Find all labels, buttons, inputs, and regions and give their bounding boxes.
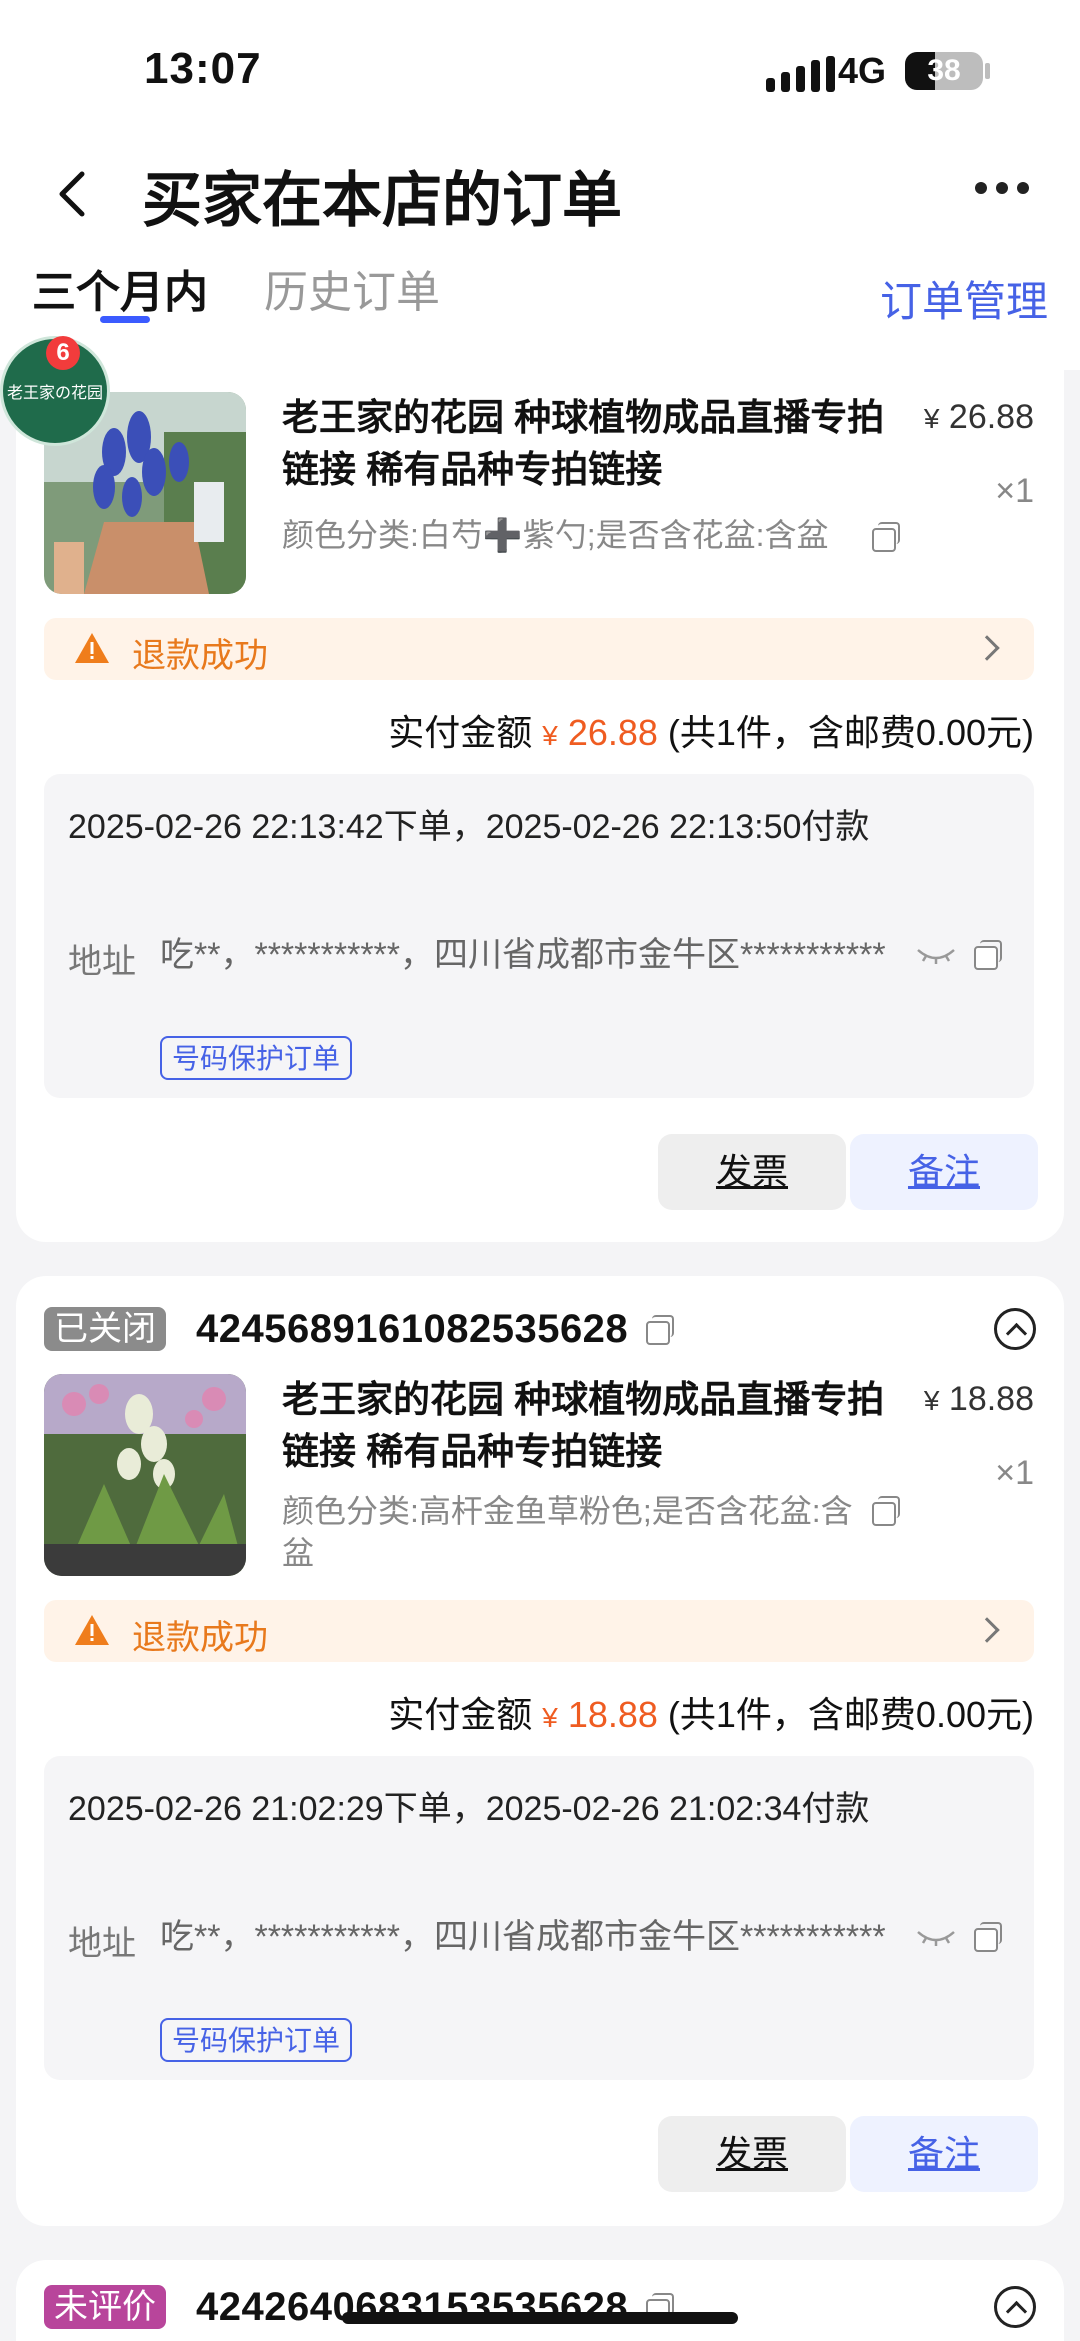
status-badge: 已关闭	[44, 1307, 166, 1351]
copy-icon[interactable]	[872, 1496, 900, 1526]
invoice-button[interactable]: 发票	[658, 2116, 846, 2192]
paid-amount: ¥ 18.88	[542, 1694, 658, 1735]
copy-icon[interactable]	[646, 1315, 675, 1345]
address-label: 地址	[68, 943, 136, 981]
chevron-right-icon	[974, 1617, 1000, 1643]
order-card: 未评价 4242640683153535628	[16, 2260, 1064, 2341]
collapse-icon[interactable]	[994, 1308, 1036, 1350]
address-text: 吃**，***********，四川省成都市金牛区***********	[160, 936, 886, 974]
invoice-button[interactable]: 发票	[658, 1134, 846, 1210]
product-thumbnail[interactable]	[44, 1374, 246, 1576]
copy-icon[interactable]	[974, 1922, 1002, 1952]
product-spec: 颜色分类:白芍➕紫勺;是否含花盆:含盆	[282, 517, 829, 553]
refund-status-text: 退款成功	[132, 637, 268, 675]
order-time: 2025-02-26 21:02:29下单，2025-02-26 21:02:3…	[68, 1790, 870, 1828]
paid-amount: ¥ 26.88	[542, 712, 658, 753]
paid-label: 实付金额	[388, 712, 533, 753]
currency-symbol: ¥	[923, 1385, 940, 1416]
refund-status-bar[interactable]: 退款成功	[44, 1600, 1034, 1662]
price-value: 18.88	[948, 1380, 1034, 1418]
paid-note: (共1件，含邮费0.00元)	[667, 712, 1034, 753]
more-options-icon[interactable]	[975, 182, 1029, 194]
battery-tip	[985, 63, 990, 79]
refund-status-bar[interactable]: 退款成功	[44, 618, 1034, 680]
nav-bar: 买家在本店的订单	[0, 140, 1080, 250]
order-header: 已关闭 4245689161082535628	[44, 1304, 675, 1354]
product-item[interactable]: 老王家的花园 种球植物成品直播专拍链接 稀有品种专拍链接 颜色分类:白芍➕紫勺;…	[44, 392, 1034, 602]
paid-note: (共1件，含邮费0.00元)	[667, 1694, 1034, 1735]
battery-percent: 38	[927, 54, 961, 87]
product-item[interactable]: 老王家的花园 种球植物成品直播专拍链接 稀有品种专拍链接 颜色分类:高杆金鱼草粉…	[44, 1374, 1034, 1584]
number-protection-tag: 号码保护订单	[160, 1036, 353, 1080]
order-detail-box: 2025-02-26 22:13:42下单，2025-02-26 22:13:5…	[44, 774, 1034, 1098]
product-title[interactable]: 老王家的花园 种球植物成品直播专拍链接 稀有品种专拍链接	[282, 392, 912, 496]
product-title[interactable]: 老王家的花园 种球植物成品直播专拍链接 稀有品种专拍链接	[282, 1374, 912, 1478]
address-text: 吃**，***********，四川省成都市金牛区***********	[160, 1918, 886, 1956]
home-indicator[interactable]	[342, 2312, 738, 2324]
note-button[interactable]: 备注	[850, 1134, 1038, 1210]
note-button[interactable]: 备注	[850, 2116, 1038, 2192]
refund-status-text: 退款成功	[132, 1619, 268, 1657]
order-card: 已关闭 4245689161082535628 老王家的花园 种球植物成品直播专…	[16, 1276, 1064, 2226]
network-type: 4G	[838, 50, 887, 91]
signal-icon	[766, 56, 835, 92]
eye-closed-icon[interactable]	[916, 946, 956, 966]
eye-closed-icon[interactable]	[916, 1928, 956, 1948]
order-card: 老王家的花园 种球植物成品直播专拍链接 稀有品种专拍链接 颜色分类:白芍➕紫勺;…	[16, 370, 1064, 1242]
price-value: 26.88	[948, 398, 1034, 436]
order-number: 4245689161082535628	[196, 1306, 629, 1351]
chevron-right-icon	[974, 635, 1000, 661]
warning-icon	[75, 633, 109, 663]
number-protection-tag: 号码保护订单	[160, 2018, 353, 2062]
copy-icon[interactable]	[872, 522, 900, 552]
order-time: 2025-02-26 22:13:42下单，2025-02-26 22:13:5…	[68, 808, 870, 846]
status-badge: 未评价	[44, 2285, 166, 2329]
status-bar: 13:07 4G 38	[0, 0, 1080, 140]
battery-icon: 38	[905, 52, 983, 90]
shop-logo-text: 老王家の花园	[6, 383, 103, 402]
tab-history-orders[interactable]: 历史订单	[264, 256, 440, 320]
copy-icon[interactable]	[974, 940, 1002, 970]
page-title: 买家在本店的订单	[142, 167, 622, 234]
currency-symbol: ¥	[923, 403, 940, 434]
product-price: ¥ 18.88	[924, 1380, 1034, 1419]
unread-count-badge: 6	[46, 336, 80, 370]
order-management-link[interactable]: 订单管理	[880, 268, 1048, 329]
collapse-icon[interactable]	[994, 2286, 1036, 2328]
product-price: ¥ 26.88	[924, 398, 1034, 437]
paid-amount-row: 实付金额 ¥ 18.88 (共1件，含邮费0.00元)	[388, 1686, 1034, 1738]
paid-amount-row: 实付金额 ¥ 26.88 (共1件，含邮费0.00元)	[388, 704, 1034, 756]
product-spec: 颜色分类:高杆金鱼草粉色;是否含花盆:含盆	[282, 1493, 853, 1571]
order-detail-box: 2025-02-26 21:02:29下单，2025-02-26 21:02:3…	[44, 1756, 1034, 2080]
product-quantity: ×1	[995, 472, 1034, 510]
address-label: 地址	[68, 1925, 136, 1963]
warning-icon	[75, 1615, 109, 1645]
status-time: 13:07	[144, 44, 262, 93]
paid-label: 实付金额	[388, 1694, 533, 1735]
tab-bar: 三个月内 历史订单 订单管理	[0, 250, 1080, 370]
tab-three-months[interactable]: 三个月内	[32, 256, 208, 320]
product-quantity: ×1	[995, 1454, 1034, 1492]
tab-active-indicator	[100, 316, 150, 323]
back-arrow-icon[interactable]	[44, 164, 104, 224]
order-header: 未评价 4242640683153535628	[44, 2282, 675, 2332]
